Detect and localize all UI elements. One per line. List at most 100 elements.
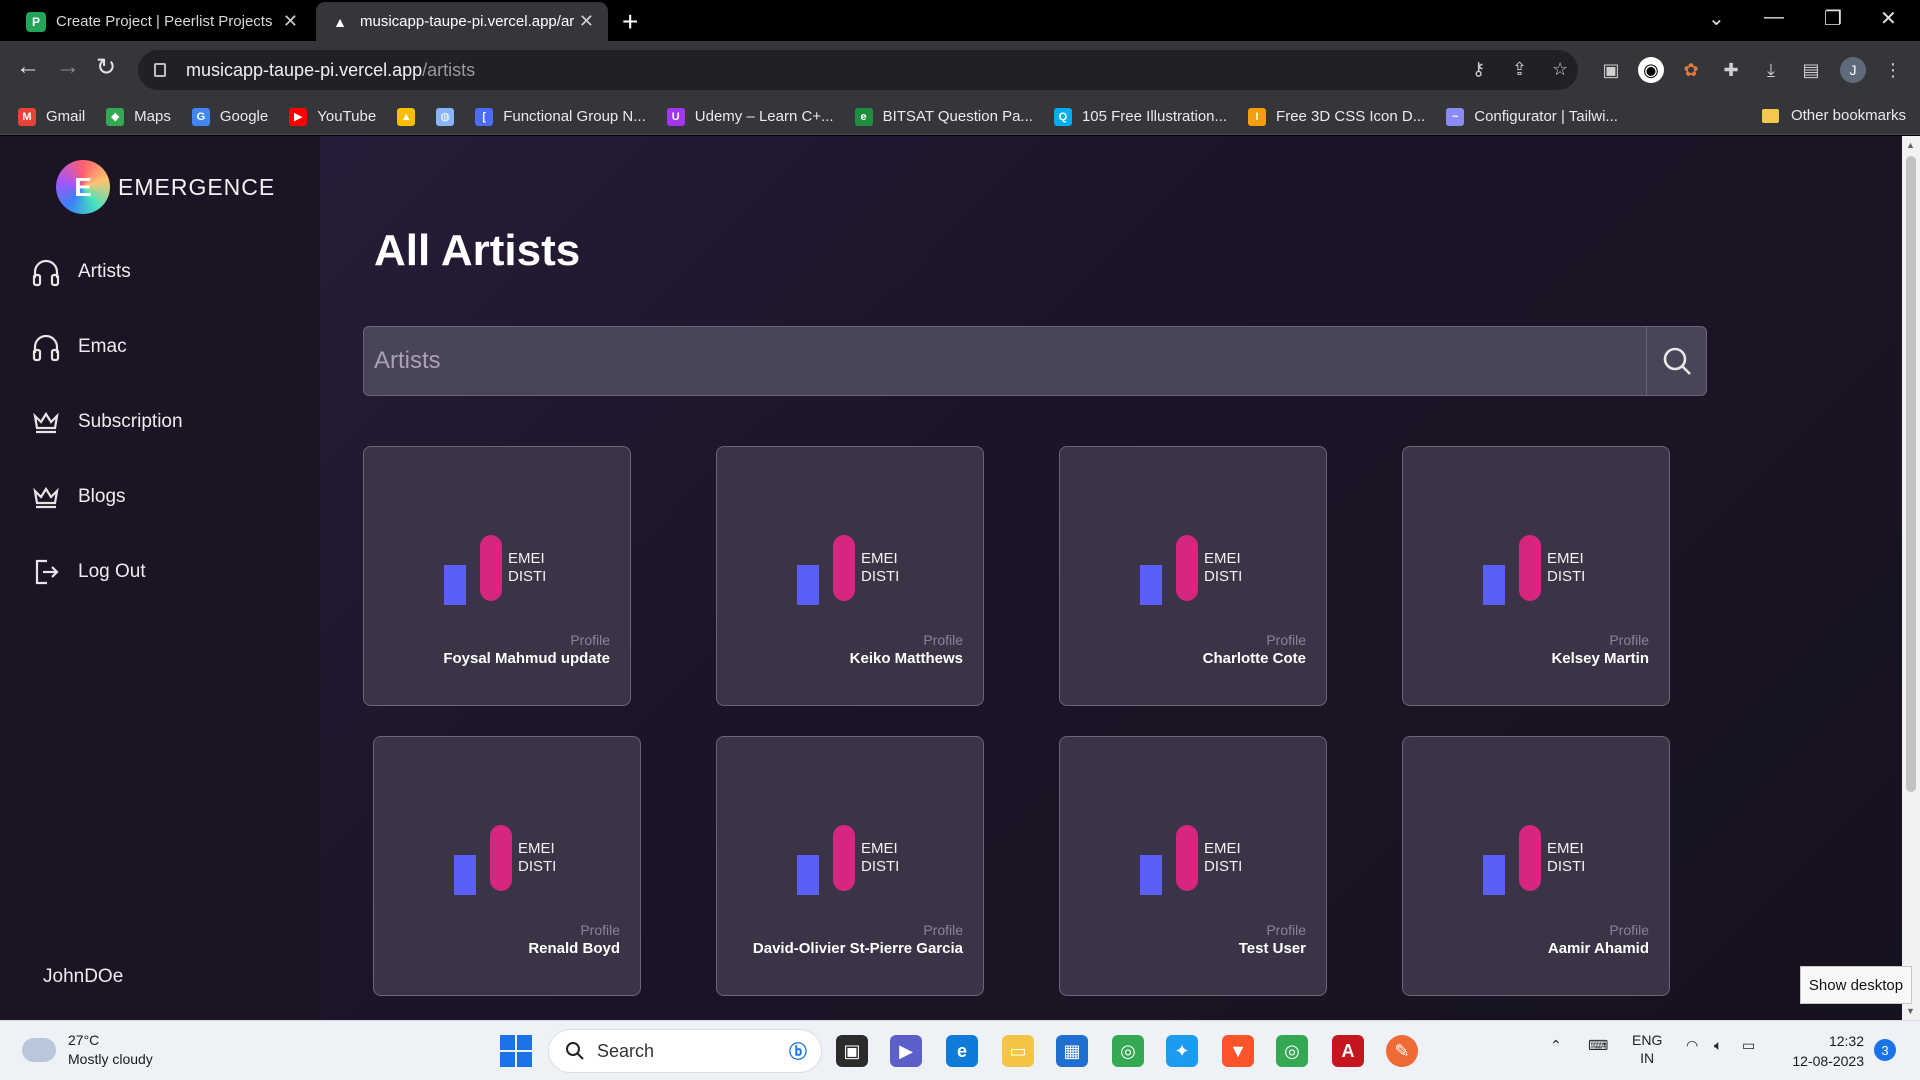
reload-button[interactable]: ↻ (96, 53, 116, 82)
bookmark-favicon-icon: [ (475, 107, 494, 126)
hidden-icons-chevron-icon[interactable]: ⌃ (1550, 1037, 1562, 1054)
twitter-icon[interactable]: ✦ (1166, 1035, 1198, 1067)
tab-musicapp[interactable]: ▲ musicapp-taupe-pi.vercel.app/ar ✕ (316, 2, 608, 41)
bookmark-item[interactable]: ~ Configurator | Tailwi... (1446, 107, 1618, 126)
distribution-logo-image: EMEIDISTI (444, 535, 546, 605)
acrobat-icon[interactable]: A (1332, 1035, 1364, 1067)
taskbar-search[interactable]: Search ⓑ (548, 1029, 822, 1073)
artist-card[interactable]: EMEI DISTI Profile Renald Boyd (373, 736, 641, 996)
notification-badge[interactable]: 3 (1874, 1039, 1896, 1061)
file-explorer-icon[interactable]: ▭ (1002, 1035, 1034, 1067)
wifi-icon[interactable]: ◠ (1686, 1037, 1698, 1054)
tab-peerlist[interactable]: P Create Project | Peerlist Projects ✕ (12, 2, 312, 41)
bookmark-item[interactable]: U Udemy – Learn C+... (666, 107, 834, 126)
extension-b-icon[interactable]: ◉ (1638, 57, 1664, 83)
bookmark-item[interactable]: I Free 3D CSS Icon D... (1248, 107, 1425, 126)
artist-card[interactable]: EMEI DISTI Profile Charlotte Cote (1059, 446, 1327, 706)
minimize-button[interactable]: — (1764, 6, 1784, 29)
artist-card[interactable]: EMEI DISTI Profile Foysal Mahmud update (363, 446, 631, 706)
tab-search-icon[interactable]: ⌄ (1708, 6, 1725, 31)
sidebar-item-emac[interactable]: Emac (30, 331, 127, 363)
scroll-up-arrow-icon[interactable]: ▲ (1906, 140, 1915, 150)
bookmark-item[interactable]: Q 105 Free Illustration... (1053, 107, 1227, 126)
brave-icon[interactable]: ▼ (1222, 1035, 1254, 1067)
bookmark-item[interactable]: ▲ (397, 107, 416, 126)
volume-icon[interactable]: 🔈︎ (1714, 1037, 1722, 1054)
close-tab-icon[interactable]: ✕ (579, 11, 594, 32)
sidebar-item-artists[interactable]: Artists (30, 256, 131, 288)
start-button[interactable] (500, 1035, 532, 1067)
close-window-button[interactable]: ✕ (1880, 6, 1897, 31)
logo-text-line-1: EMEI (1204, 550, 1241, 567)
search-button[interactable] (1646, 327, 1706, 395)
language-indicator[interactable]: ENG IN (1632, 1031, 1662, 1067)
menu-kebab-icon[interactable]: ⋮ (1880, 57, 1906, 83)
headphones-icon (30, 331, 62, 363)
sidebar-item-blogs[interactable]: Blogs (30, 481, 126, 513)
weather-widget[interactable]: 27°C Mostly cloudy (18, 1031, 153, 1069)
artist-card[interactable]: EMEI DISTI Profile Kelsey Martin (1402, 446, 1670, 706)
other-bookmarks[interactable]: Other bookmarks (1761, 107, 1906, 124)
back-button[interactable]: ← (16, 53, 40, 81)
share-icon[interactable]: ⇪ (1512, 59, 1527, 80)
clock[interactable]: 12:32 12-08-2023 (1784, 1031, 1864, 1071)
extension-h-icon[interactable]: ▣ (1598, 57, 1624, 83)
bookmark-item[interactable]: ◍ (436, 107, 455, 126)
scrollbar-thumb[interactable] (1906, 156, 1916, 792)
artist-name: Charlotte Cote (1202, 650, 1306, 667)
bookmark-item[interactable]: e BITSAT Question Pa... (854, 107, 1033, 126)
bookmark-item[interactable]: G Google (191, 107, 268, 126)
page-scrollbar[interactable]: ▲ ▼ (1902, 136, 1920, 1020)
address-bar[interactable]: musicapp-taupe-pi.vercel.app/artists (138, 50, 1578, 90)
task-view-icon[interactable]: ▣ (836, 1035, 868, 1067)
store-icon[interactable]: ▦ (1056, 1035, 1088, 1067)
teams-icon[interactable]: ▶ (890, 1035, 922, 1067)
bing-icon[interactable]: ⓑ (789, 1038, 807, 1064)
bookmark-label: Functional Group N... (503, 108, 646, 125)
bookmark-favicon-icon: Q (1053, 107, 1072, 126)
artist-card[interactable]: EMEI DISTI Profile Test User (1059, 736, 1327, 996)
logo-text-line-2: DISTI (1204, 858, 1242, 875)
bookmark-label: BITSAT Question Pa... (882, 108, 1033, 125)
close-tab-icon[interactable]: ✕ (283, 11, 298, 32)
restore-button[interactable]: ❐ (1824, 6, 1842, 31)
bookmark-item[interactable]: [ Functional Group N... (475, 107, 646, 126)
postman-icon[interactable]: ✎ (1386, 1035, 1418, 1067)
extension-cookie-icon[interactable]: ✿ (1678, 57, 1704, 83)
side-panel-icon[interactable]: ▤ (1798, 57, 1824, 83)
sidebar-item-logout[interactable]: Log Out (30, 556, 146, 588)
main-content: All Artists EMEIDISTIProfileFoysal Mahmu… (320, 136, 1902, 1020)
bookmark-item[interactable]: ▶ YouTube (289, 107, 376, 126)
edge-icon[interactable]: e (946, 1035, 978, 1067)
scroll-down-arrow-icon[interactable]: ▼ (1906, 1006, 1915, 1016)
sidebar-item-label: Log Out (78, 561, 146, 582)
key-icon[interactable]: ⚷ (1472, 59, 1485, 80)
brand-logo[interactable]: E EMERGENCE (56, 160, 275, 214)
search-input[interactable] (364, 347, 1624, 375)
vercel-favicon-icon: ▲ (333, 13, 347, 30)
touch-keyboard-icon[interactable]: ⌨ (1588, 1037, 1608, 1054)
bookmark-item[interactable]: M Gmail (18, 107, 85, 126)
battery-icon[interactable]: ▭ (1742, 1037, 1755, 1054)
profile-label: Profile (923, 632, 963, 648)
bookmark-favicon-icon: ▶ (289, 107, 308, 126)
bookmark-star-icon[interactable]: ☆ (1552, 59, 1568, 80)
forward-button[interactable]: → (56, 53, 80, 81)
bookmark-item[interactable]: ◆ Maps (106, 107, 171, 126)
sidebar-item-subscription[interactable]: Subscription (30, 406, 183, 438)
extensions-puzzle-icon[interactable]: ✚ (1718, 57, 1744, 83)
current-user-name[interactable]: JohnDOe (43, 966, 123, 988)
artist-card[interactable]: EMEI DISTI Profile Keiko Matthews (716, 446, 984, 706)
new-tab-button[interactable]: + (622, 6, 638, 38)
logo-text-line-1: EMEI (1204, 840, 1241, 857)
chrome-profile-icon[interactable]: ◎ (1276, 1035, 1308, 1067)
brand-name: EMERGENCE (118, 173, 276, 200)
artist-card[interactable]: EMEI DISTI Profile David-Olivier St-Pierre … (716, 736, 984, 996)
download-icon[interactable]: ⤓ (1758, 57, 1784, 83)
bookmark-favicon-icon: G (191, 107, 210, 126)
profile-avatar[interactable]: J (1840, 57, 1866, 83)
chrome-icon[interactable]: ◎ (1112, 1035, 1144, 1067)
artist-card[interactable]: EMEI DISTI Profile Aamir Ahamid (1402, 736, 1670, 996)
distribution-logo-image: EMEIDISTI (1483, 535, 1585, 605)
sidebar-item-label: Blogs (78, 486, 126, 507)
